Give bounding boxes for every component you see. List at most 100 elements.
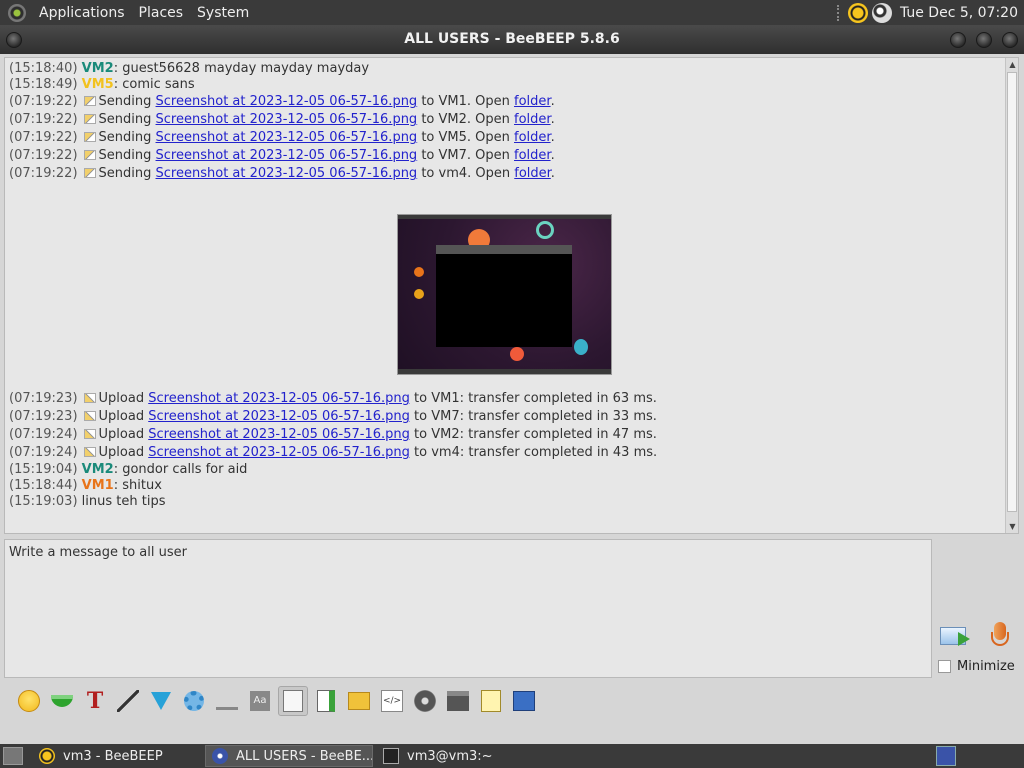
chat-history[interactable]: (15:18:40) VM2: guest56628 mayday mayday… [4,57,1019,534]
scroll-down-arrow-icon[interactable]: ▼ [1006,520,1018,533]
sender-nick[interactable]: VM1 [82,478,114,493]
window-menu-icon[interactable] [6,32,22,48]
message-text: : guest56628 mayday mayday mayday [113,61,370,76]
beebeep-tray-icon[interactable] [847,2,868,23]
taskbar-item-terminal[interactable]: vm3@vm3:~ [377,745,545,767]
font-size-icon: Aa [250,691,270,711]
file-link[interactable]: Screenshot at 2023-12-05 06-57-16.png [156,94,418,109]
sender-nick[interactable]: VM5 [82,77,114,92]
transfer-status: to vm4: transfer completed in 43 ms. [409,445,658,460]
taskbar-item-all-users[interactable]: ALL USERS - BeeBE... [205,745,373,767]
message-text: : comic sans [113,77,195,92]
edit-button[interactable] [476,686,506,716]
open-folder-link[interactable]: folder [514,130,551,145]
action-verb: Sending [98,94,152,109]
terminal-icon [447,691,469,711]
file-link[interactable]: Screenshot at 2023-12-05 06-57-16.png [156,112,418,127]
task-label: ALL USERS - BeeBE... [236,748,373,764]
save-button[interactable] [509,686,539,716]
timestamp: (07:19:22) [9,130,78,145]
file-link[interactable]: Screenshot at 2023-12-05 06-57-16.png [156,130,418,145]
minimize-option[interactable]: Minimize [938,659,1015,674]
punctuation: . [550,148,555,163]
wand-button[interactable] [113,686,143,716]
message-text: : shitux [113,478,162,493]
taskbar-item-vm3-beebeep[interactable]: vm3 - BeeBEEP [33,745,201,767]
transfer-status: to VM7: transfer completed in 33 ms. [409,409,657,424]
arrow-right-icon [958,632,970,646]
file-link[interactable]: Screenshot at 2023-12-05 06-57-16.png [148,445,410,460]
send-file-button[interactable] [311,686,341,716]
code-icon: </> [381,690,403,712]
action-verb: Sending [98,166,152,181]
scroll-up-arrow-icon[interactable]: ▲ [1006,58,1018,71]
timestamp: (07:19:22) [9,166,78,181]
menu-places[interactable]: Places [132,5,191,21]
task-label: vm3 - BeeBEEP [63,748,163,764]
file-link[interactable]: Screenshot at 2023-12-05 06-57-16.png [156,166,418,181]
timestamp: (15:18:49) [9,77,78,92]
bowl-button[interactable] [47,686,77,716]
punctuation: . [550,130,555,145]
disc-button[interactable] [410,686,440,716]
font-icon: T [86,688,104,714]
action-verb: Sending [98,130,152,145]
spellcheck-icon [216,692,238,710]
file-upload-line: (07:19:23) Upload Screenshot at 2023-12-0… [9,390,999,408]
top-panel: Applications Places System Tue Dec 5, 07… [0,0,1024,25]
open-folder-link[interactable]: folder [514,94,551,109]
terminal-button[interactable] [443,686,473,716]
sender-nick[interactable]: VM2 [82,61,114,76]
screenshot-preview-image[interactable] [397,214,612,375]
open-folder-link[interactable]: folder [514,112,551,127]
font-button[interactable]: T [80,686,110,716]
minimize-window-icon[interactable] [950,32,966,48]
workspace-switcher-icon[interactable] [936,746,956,766]
sender-nick[interactable]: VM2 [82,462,114,477]
maximize-window-icon[interactable] [976,32,992,48]
filter-button[interactable] [146,686,176,716]
file-link[interactable]: Screenshot at 2023-12-05 06-57-16.png [148,427,410,442]
clock[interactable]: Tue Dec 5, 07:20 [900,5,1018,21]
timestamp: (15:19:04) [9,462,78,477]
emoji-button[interactable] [14,686,44,716]
send-message-button[interactable] [940,624,974,650]
recipient-text: to VM7. Open [417,148,515,163]
chat-message: (15:19:04) VM2: gondor calls for aid [9,462,999,478]
punctuation: . [550,112,555,127]
font-size-button[interactable]: Aa [245,686,275,716]
send-folder-button[interactable] [344,686,374,716]
spellcheck-button[interactable] [212,686,242,716]
file-link[interactable]: Screenshot at 2023-12-05 06-57-16.png [156,148,418,163]
file-link[interactable]: Screenshot at 2023-12-05 06-57-16.png [148,391,410,406]
chat-scrollbar[interactable]: ▲ ▼ [1005,58,1018,533]
file-sending-line: (07:19:22) Sending Screenshot at 2023-12-… [9,129,999,147]
code-button[interactable]: </> [377,686,407,716]
file-upload-icon [83,393,96,403]
bowl-icon [51,695,73,707]
file-send-icon [83,96,96,106]
close-window-icon[interactable] [1002,32,1018,48]
scroll-thumb[interactable] [1007,72,1017,512]
file-sending-line: (07:19:22) Sending Screenshot at 2023-12-… [9,147,999,165]
steam-tray-icon[interactable] [871,2,892,23]
open-folder-link[interactable]: folder [514,148,551,163]
minimize-checkbox[interactable] [938,660,951,673]
action-verb: Sending [98,112,152,127]
file-upload-icon [83,447,96,457]
window-titlebar[interactable]: ALL USERS - BeeBEEP 5.8.6 [0,25,1024,54]
file-link[interactable]: Screenshot at 2023-12-05 06-57-16.png [148,409,410,424]
show-desktop-icon[interactable] [3,747,23,765]
voice-message-button[interactable] [990,622,1010,652]
action-verb: Upload [98,391,145,406]
note-button[interactable] [278,686,308,716]
menu-system[interactable]: System [190,5,256,21]
timestamp: (07:19:23) [9,409,78,424]
open-folder-link[interactable]: folder [514,166,551,181]
recipient-text: to VM5. Open [417,130,515,145]
menu-applications[interactable]: Applications [32,5,132,21]
chat-toolbar: T Aa </> [0,683,1024,719]
settings-button[interactable] [179,686,209,716]
distro-logo-icon[interactable] [8,3,26,22]
message-input[interactable] [4,539,932,678]
